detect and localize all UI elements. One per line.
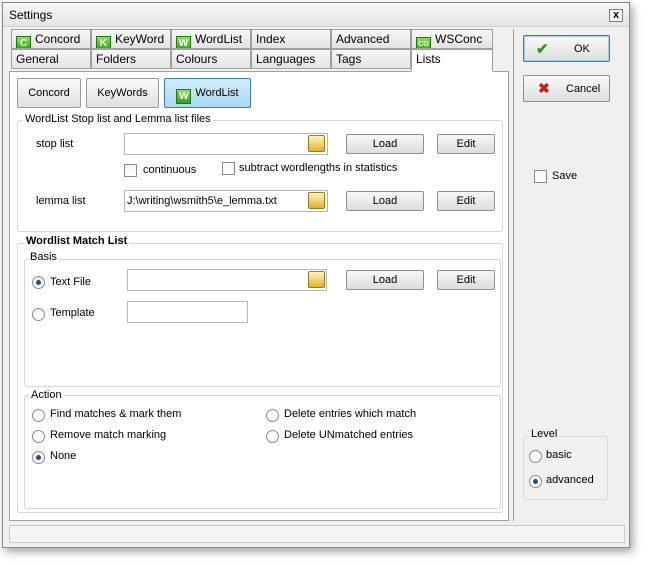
tab-keyword[interactable]: K KeyWord <box>91 29 171 49</box>
tab-languages[interactable]: Languages <box>251 49 331 69</box>
tab-label: General <box>16 52 59 66</box>
close-icon[interactable]: x <box>609 9 623 22</box>
continuous-checkbox[interactable] <box>124 164 137 177</box>
lemma-edit-button[interactable]: Edit <box>437 191 495 211</box>
tab-label: Index <box>256 32 286 46</box>
ok-label: OK <box>574 43 590 55</box>
check-icon: ✔ <box>536 41 549 58</box>
tab-concord[interactable]: C Concord <box>11 29 91 49</box>
settings-window: Settings x C Concord K KeyWord W WordList I… <box>2 2 630 548</box>
cancel-button[interactable]: ✖ Cancel <box>523 75 610 102</box>
matchlist-title: Wordlist Match List <box>24 235 130 247</box>
tab-label: KeyWord <box>115 32 165 46</box>
lemma-list-label: lemma list <box>36 195 86 207</box>
level-title: Level <box>529 428 560 440</box>
textfile-radio[interactable] <box>32 276 45 289</box>
side-divider <box>513 29 514 521</box>
action-find-radio[interactable] <box>32 409 45 422</box>
subtract-label: subtract wordlengths in statistics <box>239 162 398 174</box>
wordlist-subbutton-label: WordList <box>195 87 239 99</box>
cancel-label: Cancel <box>566 83 601 95</box>
tab-label: Languages <box>256 52 316 66</box>
tab-label: WordList <box>195 32 243 46</box>
tab-label: Tags <box>336 52 362 66</box>
wordlist-icon: W <box>176 36 191 48</box>
wsconc-icon: CG <box>416 37 431 48</box>
save-label: Save <box>552 170 578 182</box>
template-radio[interactable] <box>32 308 45 321</box>
tab-tags[interactable]: Tags <box>331 49 411 69</box>
tab-wsconc[interactable]: CG WSConc <box>411 29 493 49</box>
action-remove-label: Remove match marking <box>50 429 167 441</box>
lists-panel: Concord KeyWords W WordList WordList Stop… <box>9 71 509 521</box>
action-delete-match-radio[interactable] <box>266 409 279 422</box>
basis-title: Basis <box>28 251 59 263</box>
textfile-field[interactable] <box>127 269 327 291</box>
folder-icon[interactable] <box>308 271 325 288</box>
action-delete-unmatched-label: Delete UNmatched entries <box>284 429 414 441</box>
level-advanced-label: advanced <box>546 474 594 486</box>
wordlist-subbutton[interactable]: W WordList <box>164 78 251 108</box>
stoplemma-title: WordList Stop list and Lemma list files <box>23 113 213 125</box>
match-edit-button[interactable]: Edit <box>437 270 495 290</box>
tab-index[interactable]: Index <box>251 29 331 49</box>
window-title: Settings <box>9 8 53 22</box>
template-field[interactable] <box>127 301 248 323</box>
status-bar <box>9 525 625 543</box>
concord-subbutton[interactable]: Concord <box>17 78 81 108</box>
level-group <box>523 436 608 500</box>
stop-list-field[interactable] <box>124 133 328 155</box>
tab-label: Advanced <box>336 32 390 46</box>
folder-icon[interactable] <box>308 192 325 209</box>
lemma-load-button[interactable]: Load <box>346 191 424 211</box>
ok-button[interactable]: ✔ OK <box>523 35 610 62</box>
tab-general[interactable]: General <box>11 49 91 69</box>
tab-lists[interactable]: Lists <box>411 49 493 72</box>
level-basic-radio[interactable] <box>529 450 542 463</box>
save-checkbox[interactable] <box>534 170 547 183</box>
stop-load-button[interactable]: Load <box>346 134 424 154</box>
action-remove-radio[interactable] <box>32 430 45 443</box>
wordlist-icon: W <box>176 89 192 104</box>
level-advanced-radio[interactable] <box>529 475 542 488</box>
level-basic-label: basic <box>546 449 572 461</box>
stop-list-label: stop list <box>36 138 74 150</box>
subtract-checkbox[interactable] <box>222 162 235 175</box>
keyword-icon: K <box>96 36 111 48</box>
action-none-label: None <box>50 450 77 462</box>
tab-advanced[interactable]: Advanced <box>331 29 411 49</box>
action-none-radio[interactable] <box>32 451 45 464</box>
folder-icon[interactable] <box>308 135 325 152</box>
action-delete-match-label: Delete entries which match <box>284 408 417 420</box>
action-delete-unmatched-radio[interactable] <box>266 430 279 443</box>
stop-edit-button[interactable]: Edit <box>437 134 495 154</box>
action-title: Action <box>29 389 64 401</box>
action-find-label: Find matches & mark them <box>50 408 182 420</box>
keywords-subbutton[interactable]: KeyWords <box>86 78 159 108</box>
continuous-label: continuous <box>143 164 197 176</box>
template-label: Template <box>50 307 95 319</box>
close-icon: ✖ <box>538 80 550 96</box>
tab-label: Folders <box>96 52 137 66</box>
concord-icon: C <box>16 36 31 48</box>
tab-label: Lists <box>416 52 441 66</box>
textfile-label: Text File <box>50 276 91 288</box>
tab-wordlist[interactable]: W WordList <box>171 29 251 49</box>
tab-folders[interactable]: Folders <box>91 49 171 69</box>
tab-colours[interactable]: Colours <box>171 49 251 69</box>
tab-label: WSConc <box>435 32 483 46</box>
lemma-list-field[interactable]: J:\writing\wsmith5\e_lemma.txt <box>124 190 328 212</box>
tab-label: Concord <box>35 32 81 46</box>
match-load-button[interactable]: Load <box>346 270 424 290</box>
title-bar: Settings x <box>3 3 629 27</box>
tab-label: Colours <box>176 52 218 66</box>
